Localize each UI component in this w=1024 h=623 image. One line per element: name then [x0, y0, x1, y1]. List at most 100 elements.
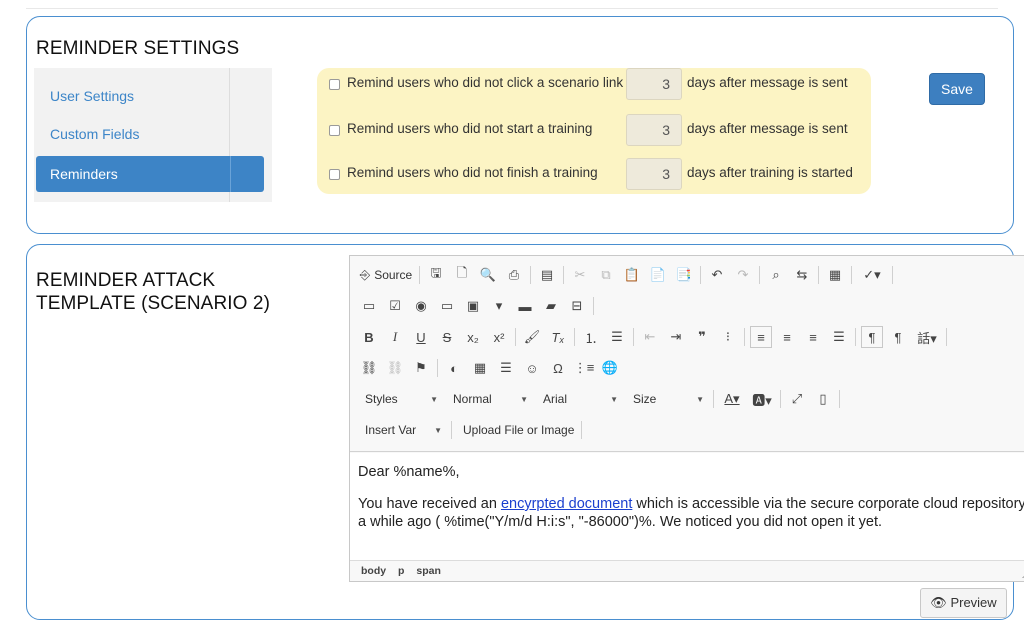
spellcheck-icon[interactable]: ✓▾ — [857, 264, 887, 286]
unlink-icon[interactable]: ⛓ — [384, 357, 406, 379]
paste-text-icon[interactable]: 📄 — [647, 264, 669, 286]
button-field-icon[interactable]: ▬ — [514, 295, 536, 317]
outdent-icon[interactable]: ⇤ — [639, 326, 661, 348]
reminder-row-click: Remind users who did not click a scenari… — [317, 68, 871, 104]
reminder-click-days-input[interactable]: 3 — [626, 68, 682, 100]
paste-icon[interactable]: 📋 — [621, 264, 643, 286]
radio-icon[interactable]: ◉ — [410, 295, 432, 317]
styles-label: Styles — [365, 392, 398, 406]
eye-icon: 👁 — [930, 595, 947, 610]
language-icon[interactable]: 話▾ — [913, 326, 941, 348]
paste-word-icon[interactable]: 📑 — [673, 264, 695, 286]
reminder-row-start: Remind users who did not start a trainin… — [317, 114, 871, 150]
reminder-start-days-input[interactable]: 3 — [626, 114, 682, 146]
font-dropdown[interactable]: Arial ▼ — [536, 387, 622, 411]
save-doc-icon[interactable]: 🖫 — [425, 264, 447, 286]
size-dropdown[interactable]: Size ▼ — [626, 387, 708, 411]
iframe-globe-icon[interactable]: 🌐 — [599, 357, 621, 379]
upload-file-button[interactable]: Upload File or Image — [457, 418, 580, 442]
save-button[interactable]: Save — [929, 73, 985, 105]
underline-icon[interactable]: U — [410, 326, 432, 348]
subscript-icon[interactable]: x₂ — [462, 326, 484, 348]
reminder-click-checkbox[interactable] — [329, 79, 340, 90]
toolbar-separator — [437, 359, 438, 377]
toolbar-separator — [563, 266, 564, 284]
rtl-icon[interactable]: ¶ — [887, 326, 909, 348]
remove-format-icon[interactable]: Tₓ — [547, 326, 569, 348]
undo-icon[interactable]: ↶ — [706, 264, 728, 286]
select-field-icon[interactable]: ▾ — [488, 295, 510, 317]
div-container-icon[interactable]: ⁝ — [717, 326, 739, 348]
checkbox-icon[interactable]: ☑ — [384, 295, 406, 317]
bold-icon[interactable]: B — [358, 326, 380, 348]
show-blocks-icon[interactable]: ▯ — [812, 388, 834, 410]
flash-icon[interactable]: ◐ — [443, 357, 465, 379]
link-icon[interactable]: ⛓ — [358, 357, 380, 379]
copy-format-icon[interactable]: 🖌 — [521, 326, 543, 348]
strikethrough-icon[interactable]: S — [436, 326, 458, 348]
editor-content[interactable]: Dear %name%, You have received an encyrp… — [350, 453, 1024, 560]
toolbar-separator — [419, 266, 420, 284]
nav-item-reminders[interactable]: Reminders — [36, 156, 264, 192]
toolbar-separator — [581, 421, 583, 439]
reminder-finish-days-input[interactable]: 3 — [626, 158, 682, 190]
smiley-icon[interactable]: ☺ — [521, 357, 543, 379]
redo-icon[interactable]: ↷ — [732, 264, 754, 286]
superscript-icon[interactable]: x² — [488, 326, 510, 348]
toolbar-row-document: ⎆ Source 🖫 🗋 🔍 ⎙ ▤ ✂ ⧉ 📋 📄 📑 ↶ ↷ ⌕ ⇆ ▦ ✓… — [358, 262, 898, 288]
toolbar-separator — [839, 390, 840, 408]
select-all-icon[interactable]: ▦ — [824, 264, 846, 286]
reminder-settings-panel: REMINDER SETTINGS User Settings Custom F… — [26, 16, 1014, 234]
indent-icon[interactable]: ⇥ — [665, 326, 687, 348]
bulleted-list-icon[interactable]: ☰ — [606, 326, 628, 348]
body-prefix: You have received an — [358, 496, 501, 512]
anchor-flag-icon[interactable]: ⚑ — [410, 357, 432, 379]
toolbar-separator — [713, 390, 714, 408]
reminder-finish-checkbox[interactable] — [329, 169, 340, 180]
maximize-icon[interactable]: ⤢ — [786, 388, 808, 410]
align-justify-icon[interactable]: ☰ — [828, 326, 850, 348]
image-button-icon[interactable]: ▰ — [540, 295, 562, 317]
toolbar-separator — [946, 328, 947, 346]
ltr-icon[interactable]: ¶ — [861, 326, 883, 348]
nav-item-custom-fields[interactable]: Custom Fields — [36, 116, 264, 152]
print-icon[interactable]: ⎙ — [503, 264, 525, 286]
align-left-icon[interactable]: ≡ — [750, 326, 772, 348]
insert-var-label: Insert Var — [365, 423, 417, 437]
insert-var-dropdown[interactable]: Insert Var ▼ — [358, 418, 446, 442]
new-page-icon[interactable]: 🗋 — [451, 264, 473, 286]
numbered-list-icon[interactable]: ⒈ — [580, 326, 602, 348]
table-icon[interactable]: ▦ — [469, 357, 491, 379]
styles-dropdown[interactable]: Styles ▼ — [358, 387, 442, 411]
toolbar-row-formatting: B I U S x₂ x² 🖌 Tₓ ⒈ ☰ ⇤ ⇥ ❞ ⁝ ≡ ≡ ≡ ☰ ¶… — [358, 324, 952, 350]
replace-icon[interactable]: ⇆ — [791, 264, 813, 286]
preview-doc-icon[interactable]: 🔍 — [477, 264, 499, 286]
encrypted-document-link[interactable]: encyrpted document — [501, 496, 632, 512]
reminder-start-checkbox[interactable] — [329, 125, 340, 136]
horizontal-line-icon[interactable]: ☰ — [495, 357, 517, 379]
source-button[interactable]: ⎆ Source — [358, 264, 414, 286]
form-icon[interactable]: ▭ — [358, 295, 380, 317]
align-center-icon[interactable]: ≡ — [776, 326, 798, 348]
italic-icon[interactable]: I — [384, 326, 406, 348]
align-right-icon[interactable]: ≡ — [802, 326, 824, 348]
text-field-icon[interactable]: ▭ — [436, 295, 458, 317]
format-dropdown[interactable]: Normal ▼ — [446, 387, 532, 411]
nav-item-user-settings[interactable]: User Settings — [36, 78, 264, 114]
path-span[interactable]: span — [416, 565, 441, 577]
hidden-field-icon[interactable]: ⊟ — [566, 295, 588, 317]
nav-item-divider — [230, 156, 231, 192]
bg-color-icon[interactable]: 🅰▾ — [749, 388, 775, 410]
templates-icon[interactable]: ▤ — [536, 264, 558, 286]
special-char-icon[interactable]: Ω — [547, 357, 569, 379]
path-body[interactable]: body — [361, 565, 386, 577]
text-color-icon[interactable]: A▾ — [719, 388, 745, 410]
cut-icon[interactable]: ✂ — [569, 264, 591, 286]
preview-button[interactable]: 👁 Preview — [920, 588, 1007, 618]
textarea-icon[interactable]: ▣ — [462, 295, 484, 317]
find-icon[interactable]: ⌕ — [765, 264, 787, 286]
page-break-icon[interactable]: ⋮≡ — [573, 357, 595, 379]
copy-icon[interactable]: ⧉ — [595, 264, 617, 286]
blockquote-icon[interactable]: ❞ — [691, 326, 713, 348]
path-p[interactable]: p — [398, 565, 404, 577]
